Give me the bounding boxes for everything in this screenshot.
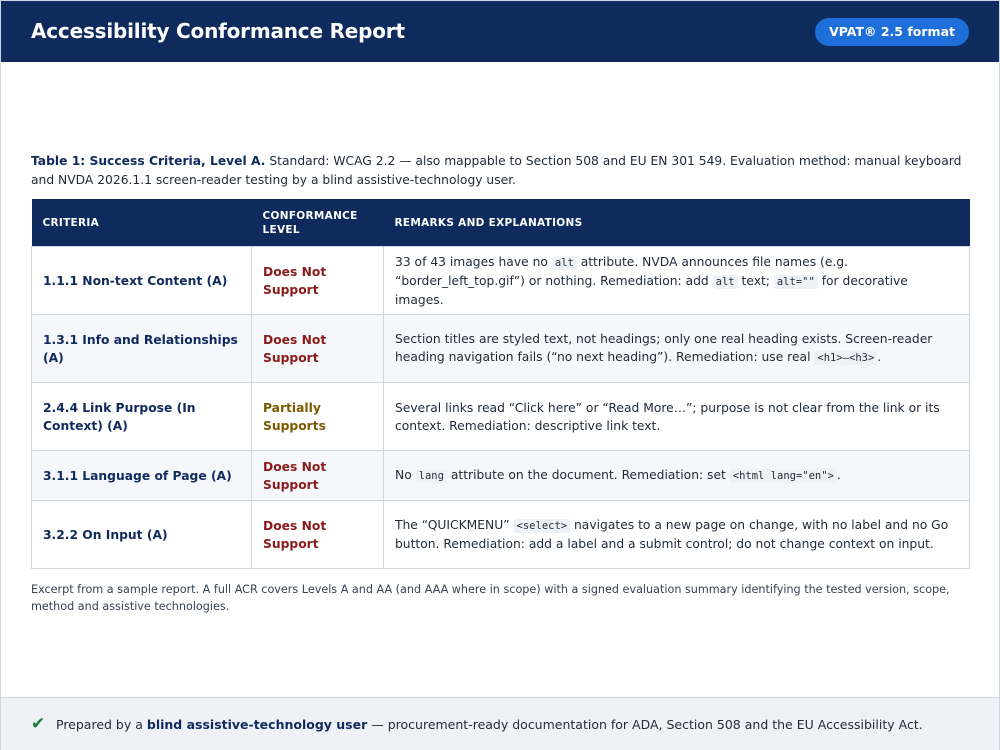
remarks-text: No xyxy=(395,468,416,482)
criteria-cell: 3.1.1 Language of Page (A) xyxy=(31,450,252,501)
code-snippet: lang xyxy=(415,469,447,483)
caption-label: Table 1: Success Criteria, Level A. xyxy=(31,154,266,168)
column-header-remarks: Remarks and Explanations xyxy=(383,199,970,247)
footer-suffix: — procurement-ready documentation for AD… xyxy=(367,717,923,732)
remarks-cell: The “QUICKMENU” <select> navigates to a … xyxy=(383,500,970,569)
table-row: 3.1.1 Language of Page (A) Does Not Supp… xyxy=(31,450,970,501)
footer-text: Prepared by a blind assistive-technology… xyxy=(56,717,923,732)
table-row: 3.2.2 On Input (A) Does Not Support The … xyxy=(31,500,970,569)
remarks-cell: Several links read “Click here” or “Read… xyxy=(383,382,970,451)
remarks-text: The “QUICKMENU” xyxy=(395,518,514,532)
remarks-cell: No lang attribute on the document. Remed… xyxy=(383,450,970,501)
table-row: 1.3.1 Info and Relationships (A) Does No… xyxy=(31,314,970,383)
table-caption: Table 1: Success Criteria, Level A. Stan… xyxy=(31,152,971,190)
report-footer: ✔ Prepared by a blind assistive-technolo… xyxy=(1,697,999,750)
remarks-text: text; xyxy=(737,273,774,288)
code-snippet: alt xyxy=(712,274,738,289)
success-criteria-table: Criteria Conformance Level Remarks and E… xyxy=(31,199,970,569)
column-header-conformance-level: Conformance Level xyxy=(251,199,384,247)
code-snippet: alt xyxy=(551,255,577,270)
footer-prefix: Prepared by a xyxy=(56,717,147,732)
remarks-text: . xyxy=(877,350,882,364)
code-snippet: alt="" xyxy=(773,274,818,289)
remarks-cell: Section titles are styled text, not head… xyxy=(383,314,970,383)
conformance-level-cell: Does Not Support xyxy=(251,246,384,315)
excerpt-note: Excerpt from a sample report. A full ACR… xyxy=(31,583,950,613)
report-header: Accessibility Conformance Report VPAT® 2… xyxy=(1,1,999,62)
table-header-row: Criteria Conformance Level Remarks and E… xyxy=(31,199,970,247)
page-title: Accessibility Conformance Report xyxy=(31,19,405,43)
footer-author: blind assistive-technology user xyxy=(146,717,368,732)
code-snippet: <select> xyxy=(513,519,571,533)
criteria-cell: 2.4.4 Link Purpose (In Context) (A) xyxy=(31,382,252,451)
code-snippet: <h1>–<h3> xyxy=(814,351,878,365)
criteria-cell: 3.2.2 On Input (A) xyxy=(31,500,252,569)
column-header-criteria: Criteria xyxy=(31,199,252,247)
vpat-format-badge: VPAT® 2.5 format xyxy=(815,18,969,46)
remarks-text: attribute on the document. Remediation: … xyxy=(446,468,730,482)
remarks-text: . xyxy=(836,468,841,482)
criteria-cell: 1.1.1 Non-text Content (A) xyxy=(31,246,252,315)
criteria-cell: 1.3.1 Info and Relationships (A) xyxy=(31,314,252,383)
remarks-cell: 33 of 43 images have no alt attribute. N… xyxy=(383,246,970,315)
remarks-text: 33 of 43 images have no xyxy=(395,254,552,269)
conformance-level-cell: Does Not Support xyxy=(251,450,384,501)
conformance-level-cell: Partially Supports xyxy=(251,382,384,451)
check-icon: ✔ xyxy=(31,714,46,734)
conformance-level-cell: Does Not Support xyxy=(251,500,384,569)
table-row: 2.4.4 Link Purpose (In Context) (A) Part… xyxy=(31,382,970,451)
conformance-level-cell: Does Not Support xyxy=(251,314,384,383)
code-snippet: <html lang="en"> xyxy=(729,469,837,483)
remarks-text: Several links read “Click here” or “Read… xyxy=(395,400,940,433)
table-row: 1.1.1 Non-text Content (A) Does Not Supp… xyxy=(31,246,970,315)
